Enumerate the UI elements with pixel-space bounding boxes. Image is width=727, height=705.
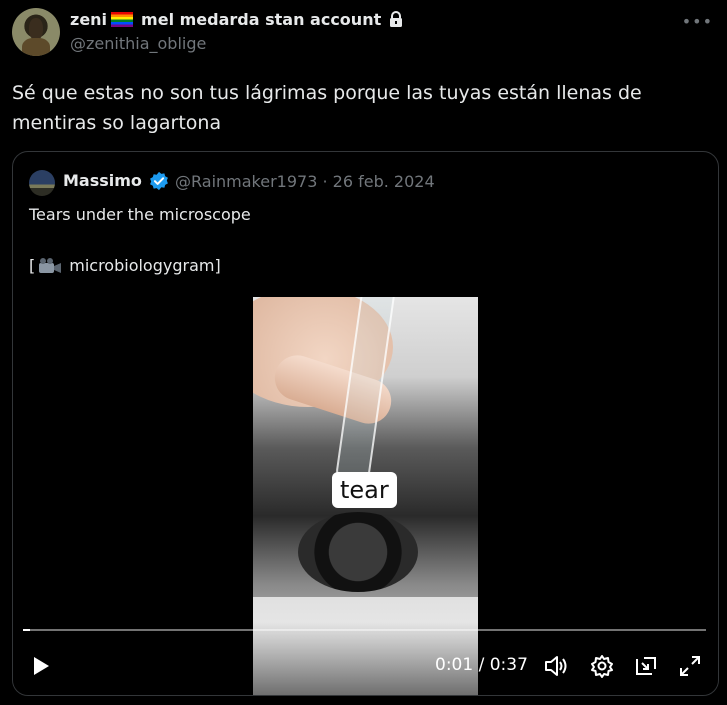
quoted-meta: @Rainmaker1973 · 26 feb. 2024 [175,172,435,191]
fullscreen-icon [680,656,700,676]
quoted-author-name[interactable]: Massimo [63,171,142,190]
quoted-text-line-2: [ microbiologygram] [29,256,221,275]
avatar-figure-head [29,18,43,40]
meta-separator: · [322,172,328,191]
settings-button[interactable] [588,652,616,680]
lock-icon [390,11,403,27]
rainbow-flag-icon [111,11,134,27]
picture-in-picture-button[interactable] [632,652,660,680]
tweet-text: Sé que estas no son tus lágrimas porque … [12,78,692,138]
microscope-stage [298,512,418,592]
fullscreen-button[interactable] [676,652,704,680]
author-name-suffix[interactable]: mel medarda stan account [141,10,381,29]
video-overlay-label: tear [332,472,397,508]
video-progress-bar[interactable] [23,629,706,631]
video-camera-icon [39,257,62,273]
video-time: 0:01 / 0:37 [435,655,528,675]
volume-button[interactable] [542,652,570,680]
author-name[interactable]: zeni [70,10,107,29]
play-button[interactable] [27,652,55,680]
quoted-author-avatar[interactable] [29,170,55,196]
tweet-text-line-1: Sé que estas no son tus lágrimas porque … [12,82,642,104]
video-duration: 0:37 [489,655,528,675]
bracket-open: [ [29,256,36,275]
play-icon [34,657,49,675]
more-icon[interactable]: ••• [682,12,713,31]
volume-icon [545,656,567,676]
tweet-text-line-2: mentiras so lagartona [12,112,222,134]
gear-icon [591,655,613,678]
video-time-separator: / [478,655,485,675]
quoted-text-tag[interactable]: microbiologygram] [69,256,220,275]
video-progress-fill [23,629,30,631]
author-avatar[interactable] [12,8,60,56]
quoted-tweet-card[interactable]: Massimo @Rainmaker1973 · 26 feb. 2024 Te… [12,151,719,696]
quoted-date[interactable]: 26 feb. 2024 [333,172,435,191]
avatar-figure-body [22,38,50,56]
quoted-text-line-1: Tears under the microscope [29,205,251,224]
author-handle[interactable]: @zenithia_oblige [70,34,206,53]
video-current-time: 0:01 [435,655,474,675]
quoted-author-handle[interactable]: @Rainmaker1973 [175,172,317,191]
verified-badge-icon [150,171,168,191]
author-name-line[interactable]: zeni mel medarda stan account [70,8,403,30]
picture-in-picture-icon [636,657,656,675]
